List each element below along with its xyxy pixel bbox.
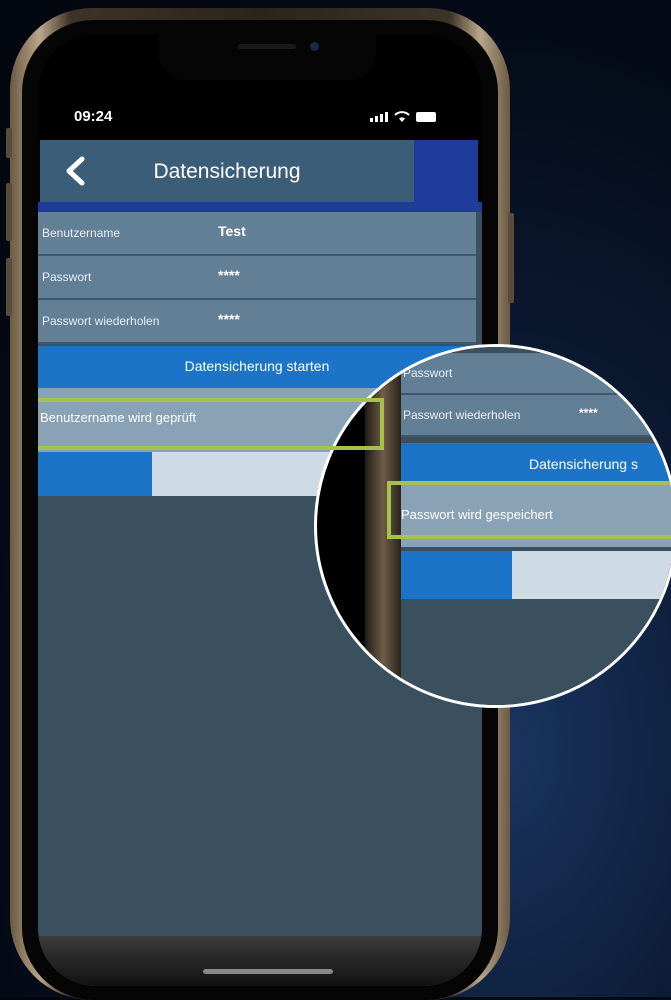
username-label: Benutzername [42,226,121,240]
zoom-password-repeat-value[interactable]: **** [579,406,598,420]
password-repeat-row[interactable]: Passwort wiederholen **** [38,300,476,344]
volume-up-button [6,183,12,241]
notch [158,34,376,80]
progress-fill [38,452,152,496]
mute-switch [6,128,12,158]
username-value[interactable]: Test [218,223,246,239]
front-camera [310,42,319,51]
home-indicator[interactable] [203,969,333,974]
battery-icon [416,112,436,122]
page-title: Datensicherung [153,160,301,183]
password-row[interactable]: Passwort **** [38,256,476,300]
signal-icon [370,112,388,122]
zoom-password-row[interactable]: Passwort [401,353,671,395]
zoom-password-repeat-label: Passwort wiederholen [403,408,521,422]
volume-down-button [6,258,12,316]
password-value[interactable]: **** [218,267,240,283]
status-highlight [38,398,384,450]
speaker-grille [238,44,296,49]
header-strip [38,202,482,212]
status-bar: 09:24 [38,90,482,138]
zoom-password-repeat-row[interactable]: Passwort wiederholen **** [401,395,671,437]
app-header: Datensicherung [40,140,414,202]
zoom-start-backup-button[interactable]: Datensicherung s [401,443,671,485]
zoom-progress-bar [401,551,671,599]
status-icons [370,111,436,122]
zoom-content: Passwort Passwort wiederholen **** Daten… [387,347,671,705]
header-accent [414,140,478,202]
password-label: Passwort [42,270,92,284]
bottom-bar [38,936,482,986]
power-button [508,213,514,303]
wifi-icon [394,111,410,122]
zoom-password-label: Passwort [403,366,453,380]
password-repeat-value[interactable]: **** [218,311,240,327]
zoom-status-highlight [387,481,671,539]
password-repeat-label: Passwort wiederholen [42,314,160,328]
zoom-progress-fill [401,551,512,599]
status-time: 09:24 [74,108,113,125]
username-row[interactable]: Benutzername Test [38,212,476,256]
